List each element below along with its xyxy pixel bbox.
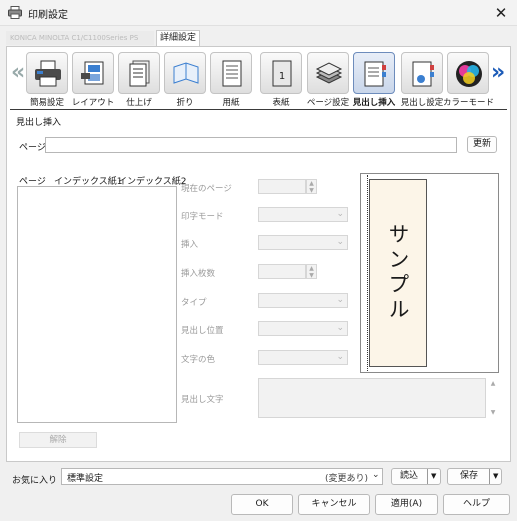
scroll-left-icon[interactable]: «	[11, 60, 25, 85]
save-button[interactable]: 保存 ▼	[447, 468, 502, 485]
print-mode-select[interactable]: ⌄	[258, 207, 348, 222]
category-label: 見出し設定	[400, 98, 444, 108]
tab-position-select[interactable]: ⌄	[258, 321, 348, 336]
category-label: 簡易設定	[29, 98, 64, 108]
page-list[interactable]	[17, 186, 177, 423]
current-page-label: 現在のページ	[181, 184, 232, 194]
type-select[interactable]: ⌄	[258, 293, 348, 308]
printer-app-icon	[8, 6, 22, 19]
scroll-right-icon[interactable]: »	[491, 60, 505, 85]
cover-icon: 1	[272, 60, 292, 87]
scrollbar[interactable]: ▲ ▼	[487, 378, 499, 418]
chevron-down-icon: ⌄	[336, 237, 344, 247]
favorites-label: お気に入り	[12, 476, 58, 486]
dropdown-arrow-icon: ▼	[493, 472, 499, 480]
section-title: 見出し挿入	[16, 118, 62, 128]
tab-advanced-settings[interactable]: 詳細設定	[156, 30, 200, 47]
paper-icon	[222, 60, 242, 87]
category-label: 用紙	[222, 98, 240, 108]
preview-fold-line	[367, 175, 368, 371]
category-cover[interactable]: 1	[260, 52, 302, 94]
title-bar	[0, 0, 517, 26]
category-label: 折り	[176, 98, 194, 108]
category-layout[interactable]	[72, 52, 114, 94]
cancel-button[interactable]: キャンセル	[298, 494, 370, 515]
category-label: 仕上げ	[126, 98, 152, 108]
tab-text-label: 見出し文字	[181, 395, 224, 405]
category-color-mode[interactable]	[447, 52, 489, 94]
divider	[10, 109, 507, 110]
category-page-setup[interactable]	[307, 52, 349, 94]
printer-tab[interactable]: KONICA MINOLTA C1/C1100Series PS	[6, 31, 154, 45]
category-tab-insert[interactable]	[353, 52, 395, 94]
text-color-label: 文字の色	[181, 355, 216, 365]
delete-button[interactable]: 解除	[19, 432, 97, 448]
sample-text: サンプル	[386, 223, 410, 323]
chevron-down-icon: ⌄	[336, 295, 344, 305]
save-button-label: 保存	[460, 471, 479, 481]
type-label: タイプ	[181, 298, 207, 308]
load-button[interactable]: 読込 ▼	[391, 468, 441, 485]
ok-button[interactable]: OK	[231, 494, 293, 515]
layout-icon	[81, 61, 104, 85]
load-button-label: 読込	[400, 471, 419, 481]
favorites-changed-note: (変更あり)	[325, 474, 369, 484]
category-label-selected: 見出し挿入	[352, 98, 396, 108]
spinner-arrows-icon[interactable]: ▲ ▼	[306, 179, 317, 194]
print-mode-label: 印字モード	[181, 212, 224, 222]
page-setup-icon	[315, 62, 343, 84]
printer-icon	[35, 60, 61, 87]
chevron-down-icon: ⌄	[336, 209, 344, 219]
category-label: カラーモード	[443, 98, 495, 108]
category-paper[interactable]	[210, 52, 252, 94]
help-button[interactable]: ヘルプ	[443, 494, 510, 515]
text-color-select[interactable]: ⌄	[258, 350, 348, 365]
close-icon[interactable]: ✕	[491, 3, 511, 23]
tab-insert-icon	[364, 61, 386, 87]
tab-position-label: 見出し位置	[181, 326, 224, 336]
page-input[interactable]	[45, 137, 457, 153]
insert-label: 挿入	[181, 240, 199, 250]
update-button[interactable]: 更新	[467, 136, 497, 153]
apply-button[interactable]: 適用(A)	[375, 494, 438, 515]
svg-text:1: 1	[279, 71, 285, 82]
page-field-label: ページ	[19, 143, 46, 153]
category-easy-settings[interactable]	[26, 52, 68, 94]
spinner-arrows-icon[interactable]: ▲ ▼	[306, 264, 317, 279]
tab-settings-icon	[412, 61, 434, 87]
finishing-icon	[129, 60, 150, 87]
favorites-value: 標準設定	[67, 474, 104, 484]
window-title: 印刷設定	[28, 10, 68, 21]
tab-text-input[interactable]	[258, 378, 486, 418]
insert-select[interactable]: ⌄	[258, 235, 348, 250]
current-page-spinner[interactable]	[258, 179, 306, 194]
category-label: レイアウト	[71, 98, 115, 108]
category-label: ページ設定	[306, 98, 350, 108]
color-mode-icon	[456, 61, 482, 87]
preview-sample: サンプル	[369, 179, 427, 367]
category-finishing[interactable]	[118, 52, 160, 94]
insert-count-label: 挿入枚数	[181, 269, 216, 279]
dropdown-arrow-icon: ▼	[431, 472, 437, 480]
category-fold[interactable]	[164, 52, 206, 94]
chevron-down-icon: ⌄	[336, 323, 344, 333]
chevron-down-icon: ⌄	[336, 352, 344, 362]
fold-icon	[173, 62, 199, 84]
category-tab-settings[interactable]	[401, 52, 443, 94]
category-label: 表紙	[272, 98, 290, 108]
chevron-down-icon: ⌄	[372, 470, 380, 480]
insert-count-spinner[interactable]	[258, 264, 306, 279]
favorites-select[interactable]: 標準設定 (変更あり) ⌄	[61, 468, 383, 485]
